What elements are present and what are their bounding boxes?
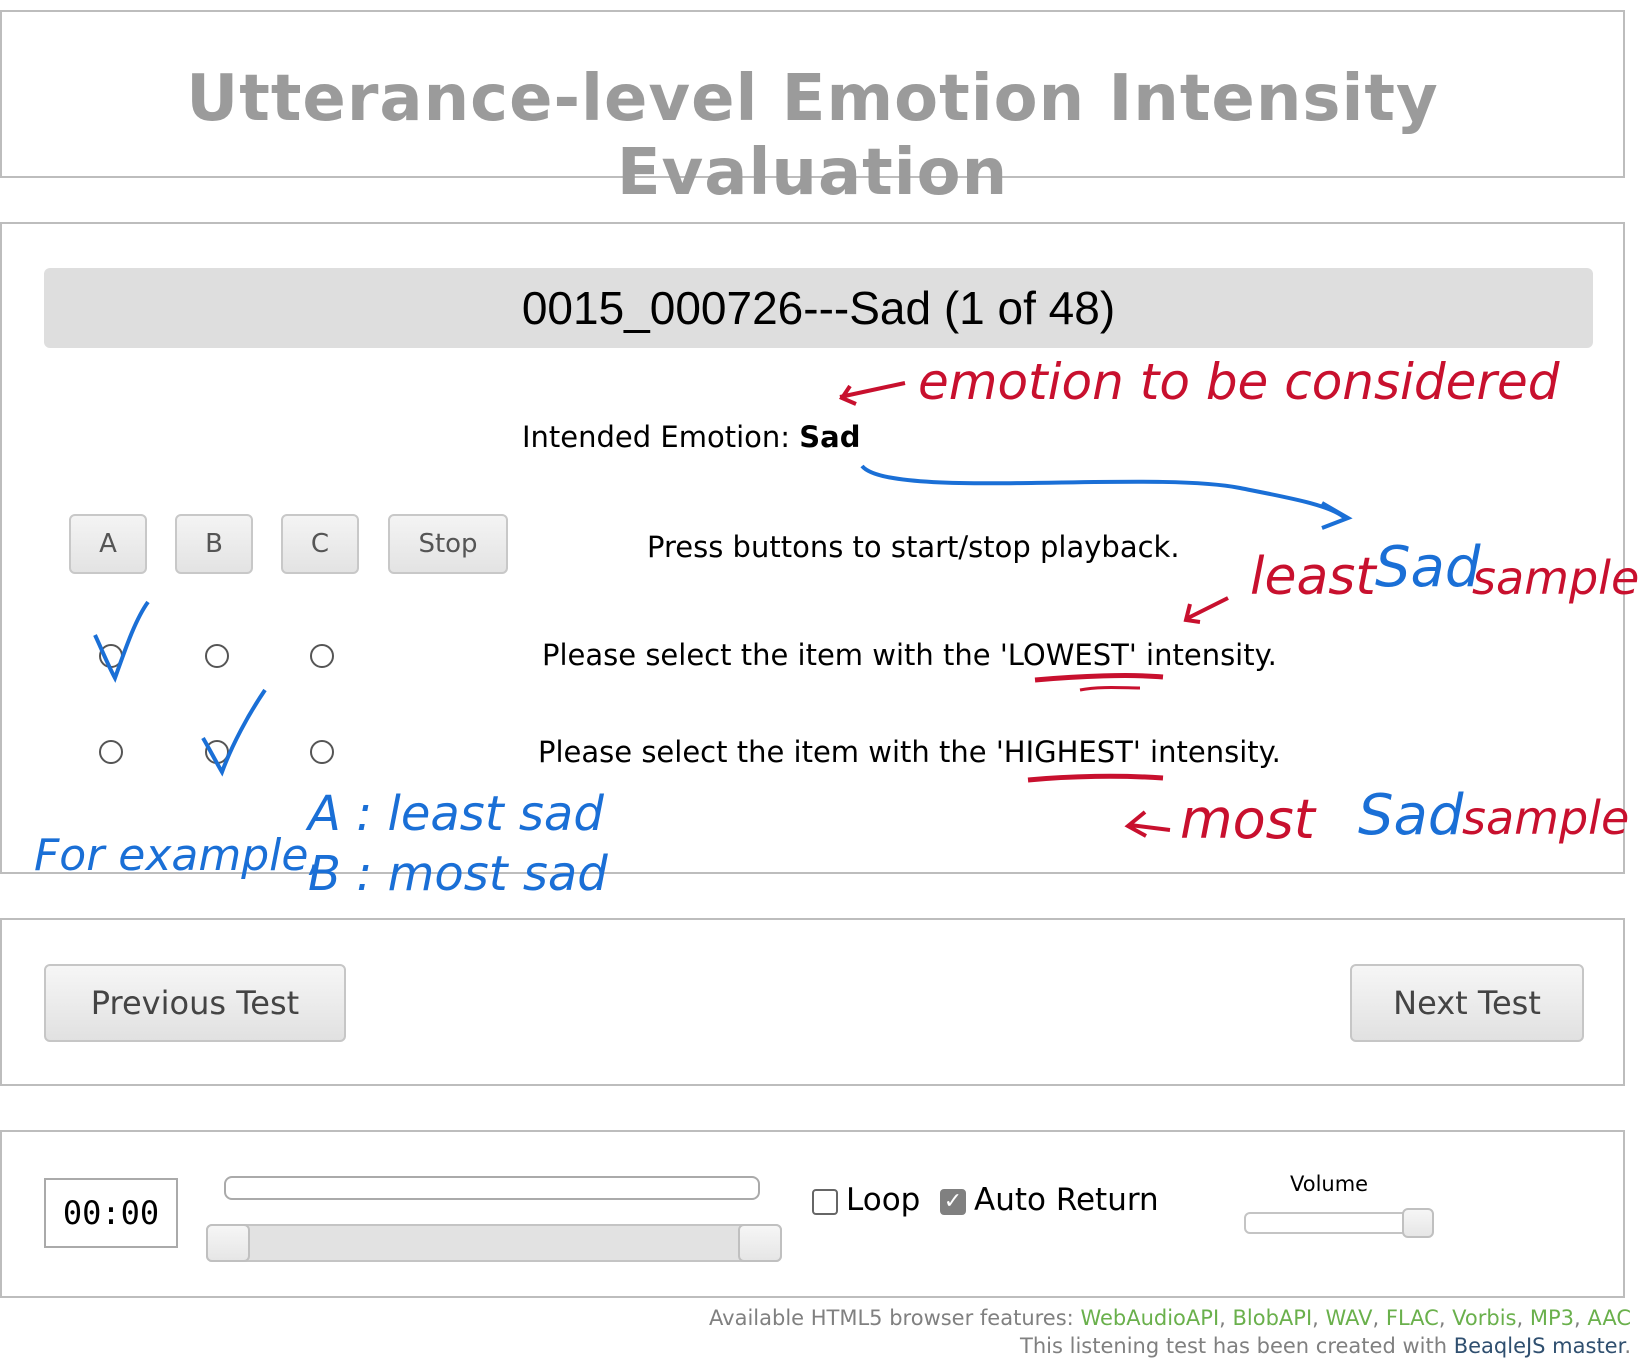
highest-keyword: 'HIGHEST' [995,735,1141,769]
feature-flac[interactable]: FLAC [1386,1306,1439,1330]
lowest-keyword: 'LOWEST' [999,638,1137,672]
range-start-handle[interactable] [206,1224,250,1262]
feature-blob[interactable]: BlobAPI [1233,1306,1313,1330]
navigation-panel: Previous Test Next Test [0,918,1625,1086]
play-a-button[interactable]: A [69,514,147,574]
highest-radio-b[interactable] [205,740,229,764]
lowest-instruction-suffix: intensity. [1136,638,1277,672]
features-line: Available HTML5 browser features: WebAud… [709,1306,1631,1330]
feature-webaudio[interactable]: WebAudioAPI [1080,1306,1219,1330]
previous-test-button[interactable]: Previous Test [44,964,346,1042]
player-panel: 00:00 Loop ✓ Auto Return Volume [0,1130,1625,1298]
stop-button[interactable]: Stop [388,514,508,574]
lowest-radio-b[interactable] [205,644,229,668]
loop-checkbox[interactable] [812,1189,838,1215]
auto-return-checkbox[interactable]: ✓ [940,1189,966,1215]
checkmark-icon: ✓ [943,1189,963,1214]
auto-return-label: Auto Return [974,1182,1159,1218]
beaqlejs-link[interactable]: BeaqleJS master [1454,1334,1625,1358]
intended-emotion-value: Sad [799,420,861,454]
play-b-button[interactable]: B [175,514,253,574]
intended-emotion: Intended Emotion: Sad [522,420,860,454]
time-display: 00:00 [44,1178,178,1248]
feature-aac[interactable]: AAC [1587,1306,1631,1330]
highest-instruction-suffix: intensity. [1140,735,1281,769]
credit-suffix: . [1624,1334,1631,1358]
highest-instruction: Please select the item with the 'HIGHEST… [538,735,1281,769]
volume-label: Volume [1290,1172,1369,1196]
highest-instruction-prefix: Please select the item with the [538,735,996,769]
volume-handle[interactable] [1402,1208,1434,1238]
lowest-instruction-prefix: Please select the item with the [542,638,1000,672]
features-label: Available HTML5 browser features: [709,1306,1081,1330]
lowest-radio-a[interactable] [99,644,123,668]
feature-wav[interactable]: WAV [1326,1306,1373,1330]
header-panel: Utterance-level Emotion Intensity Evalua… [0,10,1625,210]
playback-instruction: Press buttons to start/stop playback. [647,530,1180,564]
intended-emotion-label: Intended Emotion: [522,420,791,454]
lowest-instruction: Please select the item with the 'LOWEST'… [542,638,1277,672]
credit-line: This listening test has been created wit… [1020,1334,1631,1358]
loop-label: Loop [846,1182,921,1218]
lowest-radio-c[interactable] [310,644,334,668]
range-end-handle[interactable] [738,1224,782,1262]
highest-radio-a[interactable] [99,740,123,764]
next-test-button[interactable]: Next Test [1350,964,1584,1042]
volume-slider[interactable] [1244,1208,1434,1238]
play-c-button[interactable]: C [281,514,359,574]
feature-mp3[interactable]: MP3 [1530,1306,1574,1330]
progress-bar[interactable] [224,1176,760,1200]
test-panel: 0015_000726---Sad (1 of 48) Intended Emo… [0,222,1625,874]
test-title: 0015_000726---Sad (1 of 48) [44,268,1593,348]
credit-prefix: This listening test has been created wit… [1020,1334,1454,1358]
feature-vorbis[interactable]: Vorbis [1452,1306,1516,1330]
page-title: Utterance-level Emotion Intensity Evalua… [186,62,1439,210]
highest-radio-c[interactable] [310,740,334,764]
playback-range-slider[interactable] [206,1224,782,1262]
